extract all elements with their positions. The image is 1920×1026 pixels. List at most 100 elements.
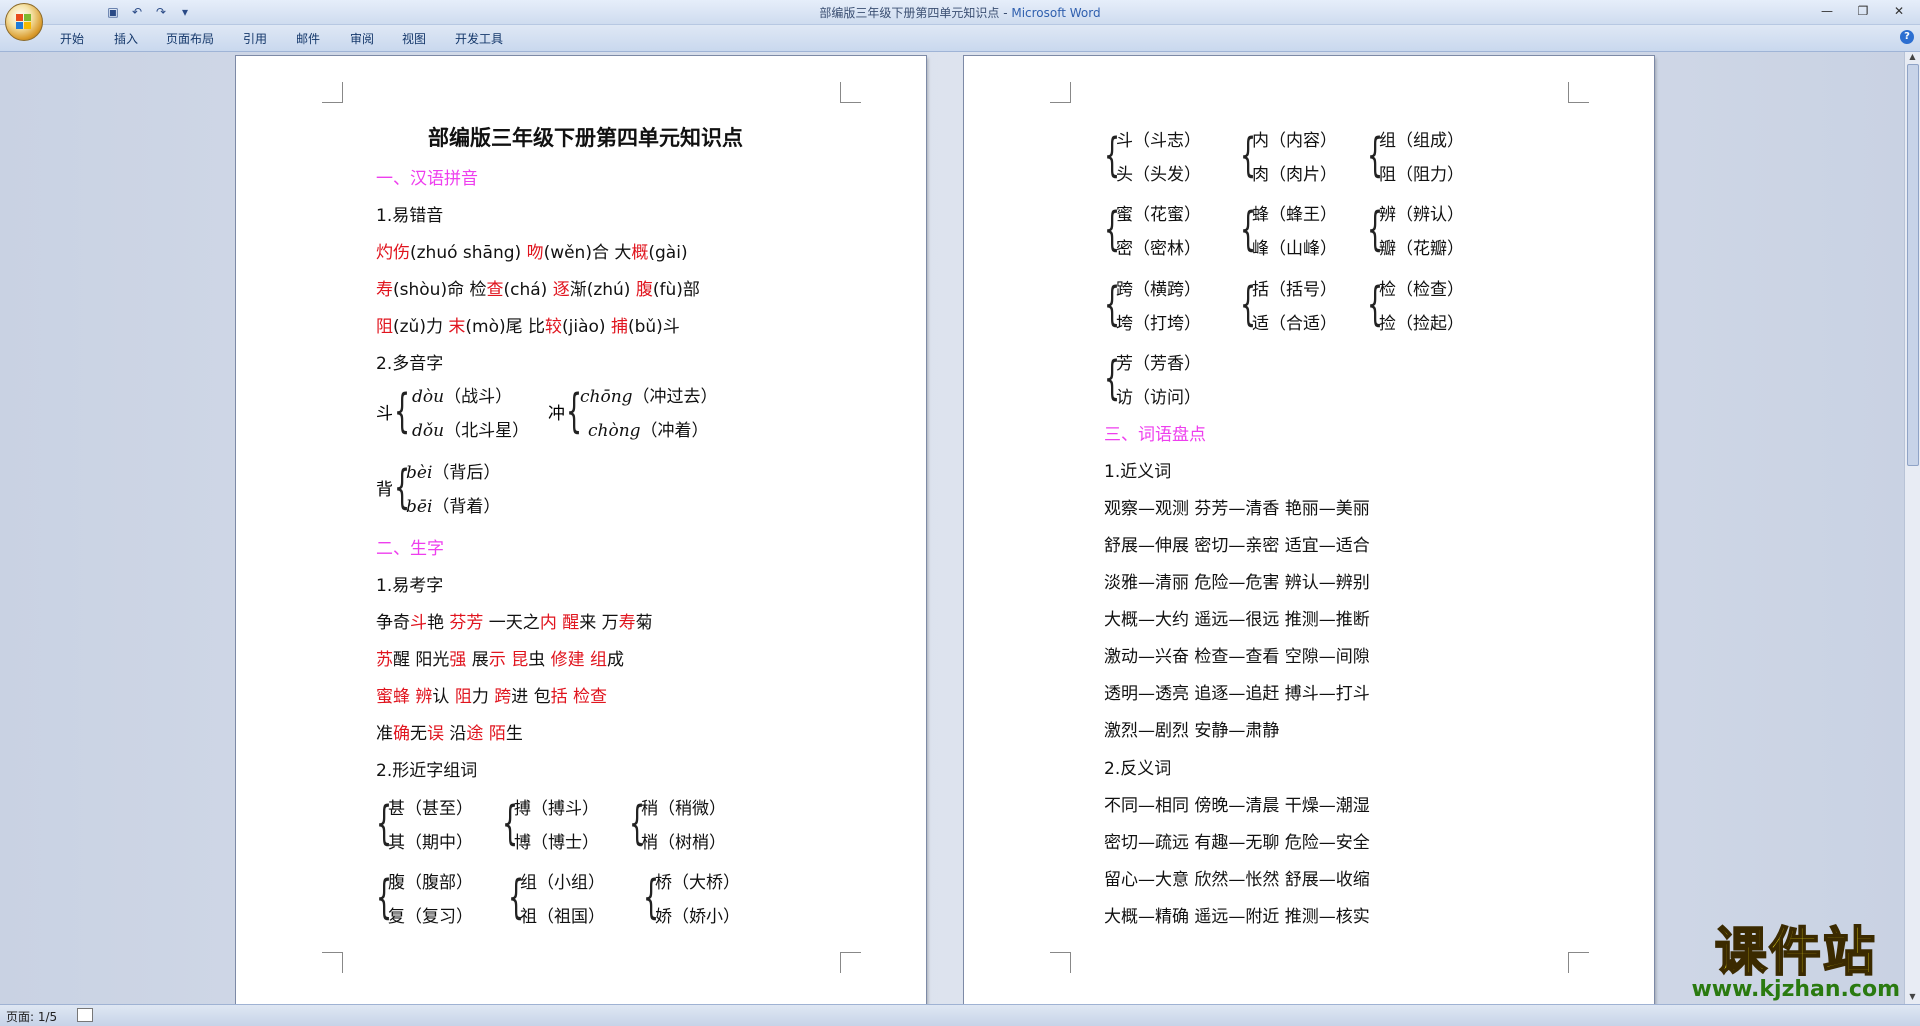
pair-line: 甚（甚至） [388, 799, 473, 819]
highlighted-char: 腹 [635, 280, 653, 300]
brace: { [394, 384, 411, 438]
tab-page-layout[interactable]: 页面布局 [166, 30, 214, 47]
word-list-line[interactable]: 密切—疏远 有趣—无聊 危险—安全 [1104, 828, 1370, 853]
app-name: Microsoft Word [1011, 6, 1101, 20]
highlighted-char: 陌 [488, 724, 506, 744]
word-list-line[interactable]: 留心—大意 欣然—怅然 舒展—收缩 [1104, 865, 1370, 890]
highlighted-char: 寿 [618, 613, 636, 633]
subheading[interactable]: 2.多音字 [376, 349, 443, 374]
highlighted-char: 检查 [573, 687, 608, 707]
minimize-icon[interactable]: — [1810, 2, 1844, 20]
pair-line: 复（复习） [388, 907, 473, 927]
text-line[interactable]: 争奇斗艳 芬芳 一天之内 醒来 万寿菊 [376, 608, 653, 633]
office-button[interactable] [5, 3, 43, 41]
pair-line: 峰（山峰） [1252, 239, 1337, 259]
highlighted-char: 逐 [552, 280, 570, 300]
subheading[interactable]: 2.反义词 [1104, 754, 1171, 779]
close-icon[interactable]: ✕ [1882, 2, 1916, 20]
document-heading[interactable]: 部编版三年级下册第四单元知识点 [428, 122, 743, 152]
maximize-icon[interactable]: ❐ [1846, 2, 1880, 20]
text-line[interactable]: 准确无误 沿途 陌生 [376, 719, 523, 744]
highlighted-char: 跨 [494, 687, 512, 707]
highlighted-char: 强 [449, 650, 467, 670]
word-list-line[interactable]: 观察—观测 芬芳—清香 艳丽—美丽 [1104, 494, 1370, 519]
word-list-line[interactable]: 淡雅—清丽 危险—危害 辨认—辨别 [1104, 568, 1370, 593]
highlighted-char: 确 [393, 724, 410, 744]
text-segment: (shòu)命 检 [393, 280, 487, 300]
text-segment: 虫 [528, 650, 551, 670]
section-heading-characters[interactable]: 二、生字 [376, 534, 444, 559]
highlighted-char: 昆 [511, 650, 529, 670]
document-workspace: 部编版三年级下册第四单元知识点 一、汉语拼音 1.易错音 灼伤(zhuó shā… [0, 52, 1905, 1006]
tab-insert[interactable]: 插入 [114, 30, 138, 47]
tab-references[interactable]: 引用 [243, 30, 267, 47]
section-heading-vocabulary[interactable]: 三、词语盘点 [1104, 420, 1206, 445]
highlighted-char: 吻 [526, 243, 544, 263]
highlighted-char: 芬芳 [449, 613, 484, 633]
margin-corner [322, 82, 343, 103]
watermark-logo: 课件站 www.kjzhan.com [1691, 924, 1900, 1002]
tab-view[interactable]: 视图 [402, 30, 426, 47]
text-segment: 力 [471, 687, 495, 707]
help-icon[interactable]: ? [1900, 30, 1914, 44]
text-segment: 一天之 [483, 613, 540, 633]
window-controls: — ❐ ✕ [1810, 2, 1916, 20]
text-line[interactable]: 阻(zǔ)力 末(mò)尾 比较(jiào) 捕(bǔ)斗 [376, 312, 680, 337]
word-list-line[interactable]: 不同—相同 傍晚—清晨 干燥—潮湿 [1104, 791, 1370, 816]
text-segment: (zǔ)力 [393, 317, 449, 337]
text-line[interactable]: 蜜蜂 辨认 阻力 跨进 包括 检查 [376, 682, 607, 707]
margin-corner [840, 82, 861, 103]
subheading[interactable]: 2.形近字组词 [376, 756, 477, 781]
pair-line: 桥（大桥） [655, 873, 740, 893]
highlighted-char: 醒 [562, 613, 580, 633]
word-list-line[interactable]: 大概—精确 遥远—附近 推测—核实 [1104, 902, 1370, 927]
pair-line: 梢（树梢） [641, 833, 726, 853]
tab-developer[interactable]: 开发工具 [455, 30, 503, 47]
text-segment: 认 [432, 687, 455, 707]
text-line[interactable]: 灼伤(zhuó shāng) 吻(wěn)合 大概(gài) [376, 238, 688, 263]
word-list-line[interactable]: 激烈—剧烈 安静—肃静 [1104, 716, 1279, 741]
margin-corner [1050, 952, 1071, 973]
word-list-line[interactable]: 大概—大约 遥远—很远 推测—推断 [1104, 605, 1370, 630]
pair-line: 祖（祖国） [520, 907, 605, 927]
scroll-down-icon[interactable]: ▼ [1905, 992, 1920, 1004]
proofing-icon[interactable] [77, 1008, 93, 1022]
page-count[interactable]: 页面: 1/5 [6, 1008, 57, 1025]
tab-mailings[interactable]: 邮件 [296, 30, 320, 47]
text-segment: (mò)尾 比 [465, 317, 546, 337]
word-list-line[interactable]: 透明—透亮 追逐—追赶 搏斗—打斗 [1104, 679, 1370, 704]
highlighted-char: 括 [550, 687, 568, 707]
highlighted-char: 灼伤 [376, 243, 410, 263]
section-heading-pinyin[interactable]: 一、汉语拼音 [376, 164, 478, 189]
text-line[interactable]: 苏醒 阳光强 展示 昆虫 修建 组成 [376, 645, 624, 670]
scroll-up-icon[interactable]: ▲ [1905, 52, 1920, 64]
pair-line: 斗（斗志） [1116, 131, 1201, 151]
highlighted-char: 内 [539, 613, 557, 633]
highlighted-char: 寿 [376, 280, 393, 300]
text-segment: 来 万 [579, 613, 619, 633]
highlighted-char: 误 [427, 724, 444, 744]
pair-line: 垮（打垮） [1116, 314, 1201, 334]
pair-line: 稍（稍微） [641, 799, 726, 819]
word-list-line[interactable]: 激动—兴奋 检查—查看 空隙—间隙 [1104, 642, 1370, 667]
polyphone-line: chòng（冲着） [588, 421, 709, 441]
highlighted-char: 斗 [410, 613, 427, 633]
watermark-url: www.kjzhan.com [1691, 977, 1900, 1002]
office-logo-icon [16, 14, 32, 30]
highlighted-char: 阻 [454, 687, 472, 707]
vertical-scrollbar[interactable]: ▲ ▼ [1904, 52, 1920, 1004]
tab-review[interactable]: 审阅 [350, 30, 374, 47]
text-segment: 争奇 [376, 613, 410, 633]
tab-home[interactable]: 开始 [60, 30, 84, 47]
subheading[interactable]: 1.易考字 [376, 571, 443, 596]
text-segment: (gài) [648, 243, 688, 263]
word-list-line[interactable]: 舒展—伸展 密切—亲密 适宜—适合 [1104, 531, 1370, 556]
polyphone-line: chōng（冲过去） [580, 387, 718, 407]
scrollbar-thumb[interactable] [1907, 64, 1919, 466]
text-segment: 无 [410, 724, 427, 744]
text-line[interactable]: 寿(shòu)命 检查(chá) 逐渐(zhú) 腹(fù)部 [376, 275, 700, 300]
highlighted-char: 苏 [376, 650, 393, 670]
subheading[interactable]: 1.易错音 [376, 201, 443, 226]
subheading[interactable]: 1.近义词 [1104, 457, 1171, 482]
text-segment: (zhuó shāng) [410, 243, 527, 263]
